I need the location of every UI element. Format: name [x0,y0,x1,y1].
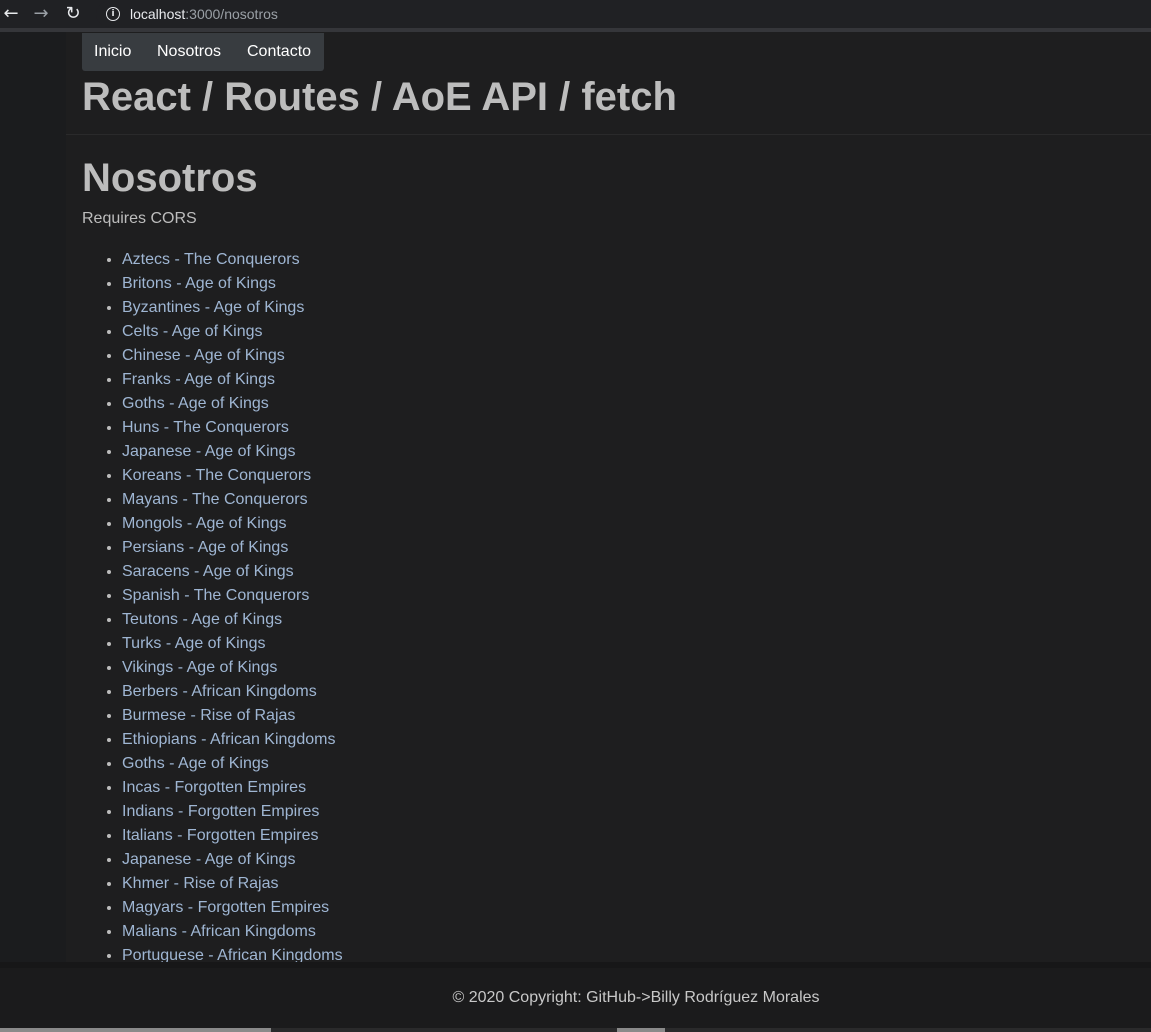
list-item: Khmer - Rise of Rajas [122,872,343,896]
list-item: Portuguese - African Kingdoms [122,944,343,962]
url-path: :3000/nosotros [185,6,278,22]
list-item: Berbers - African Kingdoms [122,680,343,704]
list-item: Celts - Age of Kings [122,320,343,344]
civilization-link[interactable]: Japanese - Age of Kings [122,443,295,460]
civilization-link[interactable]: Chinese - Age of Kings [122,347,285,364]
list-item: Huns - The Conquerors [122,416,343,440]
list-item: Japanese - Age of Kings [122,440,343,464]
list-item: Incas - Forgotten Empires [122,776,343,800]
list-item: Spanish - The Conquerors [122,584,343,608]
top-navbar: Inicio Nosotros Contacto [82,33,324,71]
left-gutter [0,32,66,962]
civilization-link[interactable]: Koreans - The Conquerors [122,467,311,484]
civilization-link[interactable]: Italians - Forgotten Empires [122,827,319,844]
list-item: Indians - Forgotten Empires [122,800,343,824]
divider [66,134,1151,135]
page-heading: Nosotros [82,156,258,200]
list-item: Japanese - Age of Kings [122,848,343,872]
list-item: Magyars - Forgotten Empires [122,896,343,920]
civilization-link[interactable]: Goths - Age of Kings [122,395,269,412]
nav-link-nosotros[interactable]: Nosotros [157,43,221,61]
civilization-link[interactable]: Britons - Age of Kings [122,275,276,292]
civilization-link[interactable]: Indians - Forgotten Empires [122,803,319,820]
civilization-link[interactable]: Goths - Age of Kings [122,755,269,772]
civilization-link[interactable]: Aztecs - The Conquerors [122,251,300,268]
list-item: Britons - Age of Kings [122,272,343,296]
civilization-link[interactable]: Persians - Age of Kings [122,539,288,556]
civilization-link[interactable]: Berbers - African Kingdoms [122,683,317,700]
list-item: Teutons - Age of Kings [122,608,343,632]
scrollbar[interactable] [0,1028,1151,1032]
browser-toolbar: ← → ↻ i localhost:3000/nosotros [0,0,1151,32]
list-item: Aztecs - The Conquerors [122,248,343,272]
list-item: Mongols - Age of Kings [122,512,343,536]
list-item: Chinese - Age of Kings [122,344,343,368]
civilization-link[interactable]: Mongols - Age of Kings [122,515,287,532]
civilization-list: Aztecs - The Conquerors Britons - Age of … [82,248,343,962]
list-item: Turks - Age of Kings [122,632,343,656]
nav-link-contacto[interactable]: Contacto [247,43,311,61]
forward-arrow-icon[interactable]: → [31,4,51,24]
civilization-link[interactable]: Saracens - Age of Kings [122,563,294,580]
list-item: Byzantines - Age of Kings [122,296,343,320]
list-item: Franks - Age of Kings [122,368,343,392]
civilization-link[interactable]: Byzantines - Age of Kings [122,299,304,316]
list-item: Burmese - Rise of Rajas [122,704,343,728]
civilization-link[interactable]: Turks - Age of Kings [122,635,265,652]
nav-link-inicio[interactable]: Inicio [94,43,131,61]
civilization-link[interactable]: Ethiopians - African Kingdoms [122,731,335,748]
civilization-link[interactable]: Magyars - Forgotten Empires [122,899,329,916]
site-title: React / Routes / AoE API / fetch [82,75,677,119]
footer-copyright: © 2020 Copyright: GitHub->Billy Rodrígue… [452,989,820,1006]
cors-note: Requires CORS [82,210,197,227]
list-item: Italians - Forgotten Empires [122,824,343,848]
list-item: Goths - Age of Kings [122,392,343,416]
scrollbar-thumb[interactable] [0,1028,271,1032]
list-item: Koreans - The Conquerors [122,464,343,488]
footer: © 2020 Copyright: GitHub->Billy Rodrígue… [0,962,1151,1028]
list-item: Saracens - Age of Kings [122,560,343,584]
civilization-link[interactable]: Khmer - Rise of Rajas [122,875,279,892]
civilization-link[interactable]: Japanese - Age of Kings [122,851,295,868]
list-item: Mayans - The Conquerors [122,488,343,512]
civilization-link[interactable]: Vikings - Age of Kings [122,659,277,676]
civilization-link[interactable]: Burmese - Rise of Rajas [122,707,295,724]
info-icon[interactable]: i [106,7,120,21]
list-item: Persians - Age of Kings [122,536,343,560]
civilization-link[interactable]: Incas - Forgotten Empires [122,779,306,796]
list-item: Ethiopians - African Kingdoms [122,728,343,752]
address-bar[interactable]: i localhost:3000/nosotros [96,1,1151,27]
civilization-link[interactable]: Celts - Age of Kings [122,323,263,340]
back-arrow-icon[interactable]: ← [1,4,21,24]
civilization-link[interactable]: Malians - African Kingdoms [122,923,316,940]
civilization-link[interactable]: Mayans - The Conquerors [122,491,308,508]
civilization-link[interactable]: Teutons - Age of Kings [122,611,282,628]
url-host: localhost [130,6,186,22]
reload-icon[interactable]: ↻ [63,4,83,24]
civilization-link[interactable]: Spanish - The Conquerors [122,587,309,604]
list-item: Goths - Age of Kings [122,752,343,776]
civilization-link[interactable]: Portuguese - African Kingdoms [122,947,343,962]
civilization-link[interactable]: Huns - The Conquerors [122,419,289,436]
list-item: Vikings - Age of Kings [122,656,343,680]
scrollbar-thumb-secondary[interactable] [617,1028,665,1032]
url-text[interactable]: localhost:3000/nosotros [130,6,278,22]
civilization-link[interactable]: Franks - Age of Kings [122,371,275,388]
list-item: Malians - African Kingdoms [122,920,343,944]
